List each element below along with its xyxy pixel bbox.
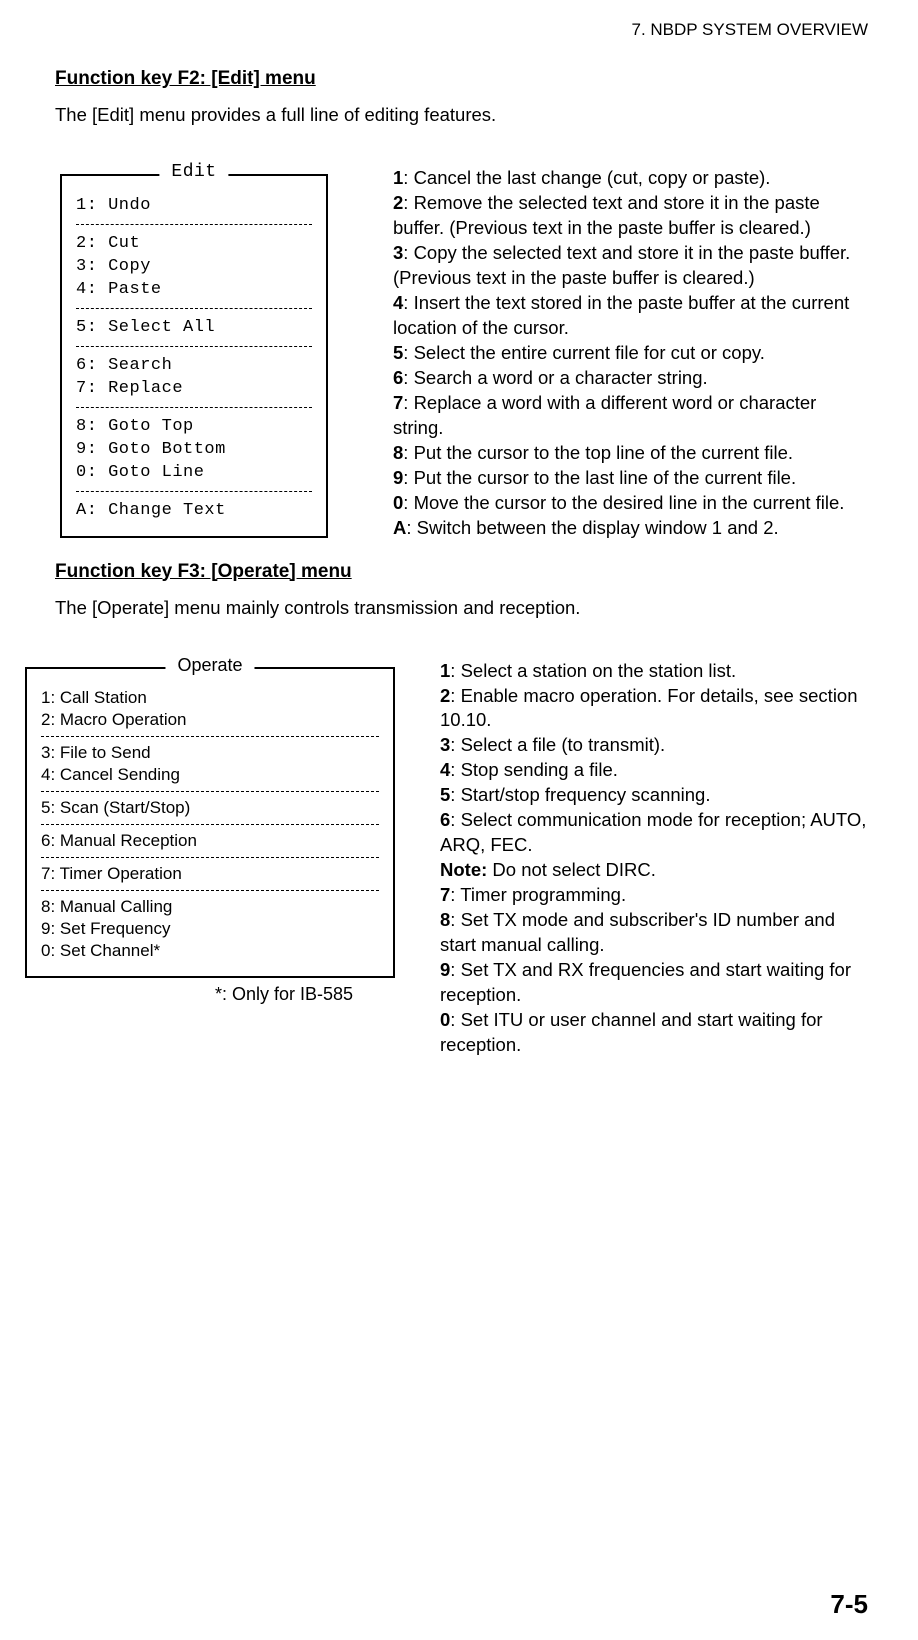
menu-divider [41, 824, 379, 825]
description-item: 2: Enable macro operation. For details, … [440, 684, 868, 734]
menu-divider [41, 791, 379, 792]
operate-footnote: *: Only for IB-585 [215, 984, 395, 1005]
menu-item: 0: Set Channel* [41, 940, 379, 962]
menu-item: 5: Select All [76, 316, 312, 339]
menu-item: 0: Goto Line [76, 461, 312, 484]
description-key: 4 [393, 292, 403, 313]
menu-item: 3: Copy [76, 255, 312, 278]
description-item: 1: Cancel the last change (cut, copy or … [393, 166, 868, 191]
description-key: 7 [440, 884, 450, 905]
menu-item: 7: Timer Operation [41, 863, 379, 885]
menu-divider [76, 491, 312, 492]
menu-item: 1: Call Station [41, 687, 379, 709]
description-key: 4 [440, 759, 450, 780]
description-key: 0 [440, 1009, 450, 1030]
row-edit: Edit 1: Undo2: Cut3: Copy4: Paste5: Sele… [55, 166, 868, 541]
operate-menu-legend: Operate [165, 655, 254, 676]
menu-divider [76, 308, 312, 309]
description-item: 5: Start/stop frequency scanning. [440, 783, 868, 808]
menu-item: 2: Cut [76, 232, 312, 255]
edit-descriptions: 1: Cancel the last change (cut, copy or … [393, 166, 868, 541]
description-key: Note: [440, 859, 487, 880]
description-key: 3 [393, 242, 403, 263]
page: 7. NBDP SYSTEM OVERVIEW Function key F2:… [0, 0, 918, 1640]
description-key: 7 [393, 392, 403, 413]
edit-menu-body: 1: Undo 2: Cut3: Copy4: Paste 5: Select Al… [76, 194, 312, 522]
description-key: 9 [393, 467, 403, 488]
description-item: 5: Select the entire current file for cu… [393, 341, 868, 366]
description-key: 1 [440, 660, 450, 681]
description-item: 2: Remove the selected text and store it… [393, 191, 868, 241]
heading-edit-menu: Function key F2: [Edit] menu [55, 68, 868, 90]
description-item: 7: Timer programming. [440, 883, 868, 908]
description-key: 2 [440, 685, 450, 706]
edit-menu-box: Edit 1: Undo2: Cut3: Copy4: Paste5: Sele… [60, 174, 328, 538]
operate-menu-box: Operate 1: Call Station2: Macro Operatio… [25, 667, 395, 978]
description-key: 0 [393, 492, 403, 513]
menu-item: A: Change Text [76, 499, 312, 522]
description-item: 3: Copy the selected text and store it i… [393, 241, 868, 291]
description-item: 4: Stop sending a file. [440, 758, 868, 783]
description-key: 2 [393, 192, 403, 213]
description-item: 0: Move the cursor to the desired line i… [393, 491, 868, 516]
page-number: 7-5 [830, 1589, 868, 1620]
menu-item: 7: Replace [76, 377, 312, 400]
description-key: 5 [393, 342, 403, 363]
description-key: 9 [440, 959, 450, 980]
intro-operate: The [Operate] menu mainly controls trans… [55, 597, 868, 619]
menu-item: 9: Set Frequency [41, 918, 379, 940]
menu-item: 1: Undo [76, 194, 312, 217]
description-item: 6: Search a word or a character string. [393, 366, 868, 391]
edit-menu-legend: Edit [159, 162, 228, 182]
description-key: 8 [440, 909, 450, 930]
menu-item: 4: Paste [76, 278, 312, 301]
menu-item: 6: Manual Reception [41, 830, 379, 852]
description-item: 3: Select a file (to transmit). [440, 733, 868, 758]
description-item: 6: Select communication mode for recepti… [440, 808, 868, 858]
menu-item: 6: Search [76, 354, 312, 377]
description-key: 6 [440, 809, 450, 830]
description-key: A [393, 517, 406, 538]
menu-divider [41, 857, 379, 858]
description-key: 8 [393, 442, 403, 463]
menu-divider [76, 346, 312, 347]
menu-divider [41, 890, 379, 891]
edit-menu-column: Edit 1: Undo2: Cut3: Copy4: Paste5: Sele… [55, 166, 328, 538]
description-key: 1 [393, 167, 403, 188]
menu-item: 8: Manual Calling [41, 896, 379, 918]
menu-item: 5: Scan (Start/Stop) [41, 797, 379, 819]
operate-menu-body: 1: Call Station2: Macro Operation 3: File… [41, 687, 379, 962]
description-item: Note: Do not select DIRC. [440, 858, 868, 883]
description-item: 7: Replace a word with a different word … [393, 391, 868, 441]
intro-edit: The [Edit] menu provides a full line of … [55, 104, 868, 126]
description-item: 1: Select a station on the station list. [440, 659, 868, 684]
menu-item: 9: Goto Bottom [76, 438, 312, 461]
menu-divider [41, 736, 379, 737]
description-key: 5 [440, 784, 450, 805]
description-item: 8: Set TX mode and subscriber's ID numbe… [440, 908, 868, 958]
menu-divider [76, 224, 312, 225]
description-item: 9: Set TX and RX frequencies and start w… [440, 958, 868, 1008]
description-item: A: Switch between the display window 1 a… [393, 516, 868, 541]
description-key: 6 [393, 367, 403, 388]
description-item: 9: Put the cursor to the last line of th… [393, 466, 868, 491]
description-key: 3 [440, 734, 450, 755]
menu-divider [76, 407, 312, 408]
menu-item: 2: Macro Operation [41, 709, 379, 731]
menu-item: 8: Goto Top [76, 415, 312, 438]
heading-operate-menu: Function key F3: [Operate] menu [55, 561, 868, 583]
description-item: 4: Insert the text stored in the paste b… [393, 291, 868, 341]
running-head: 7. NBDP SYSTEM OVERVIEW [55, 20, 868, 40]
description-item: 8: Put the cursor to the top line of the… [393, 441, 868, 466]
menu-item: 4: Cancel Sending [41, 764, 379, 786]
description-item: 0: Set ITU or user channel and start wai… [440, 1008, 868, 1058]
menu-item: 3: File to Send [41, 742, 379, 764]
row-operate: Operate 1: Call Station2: Macro Operatio… [55, 659, 868, 1059]
operate-descriptions: 1: Select a station on the station list.… [440, 659, 868, 1059]
operate-menu-column: Operate 1: Call Station2: Macro Operatio… [55, 659, 395, 1005]
